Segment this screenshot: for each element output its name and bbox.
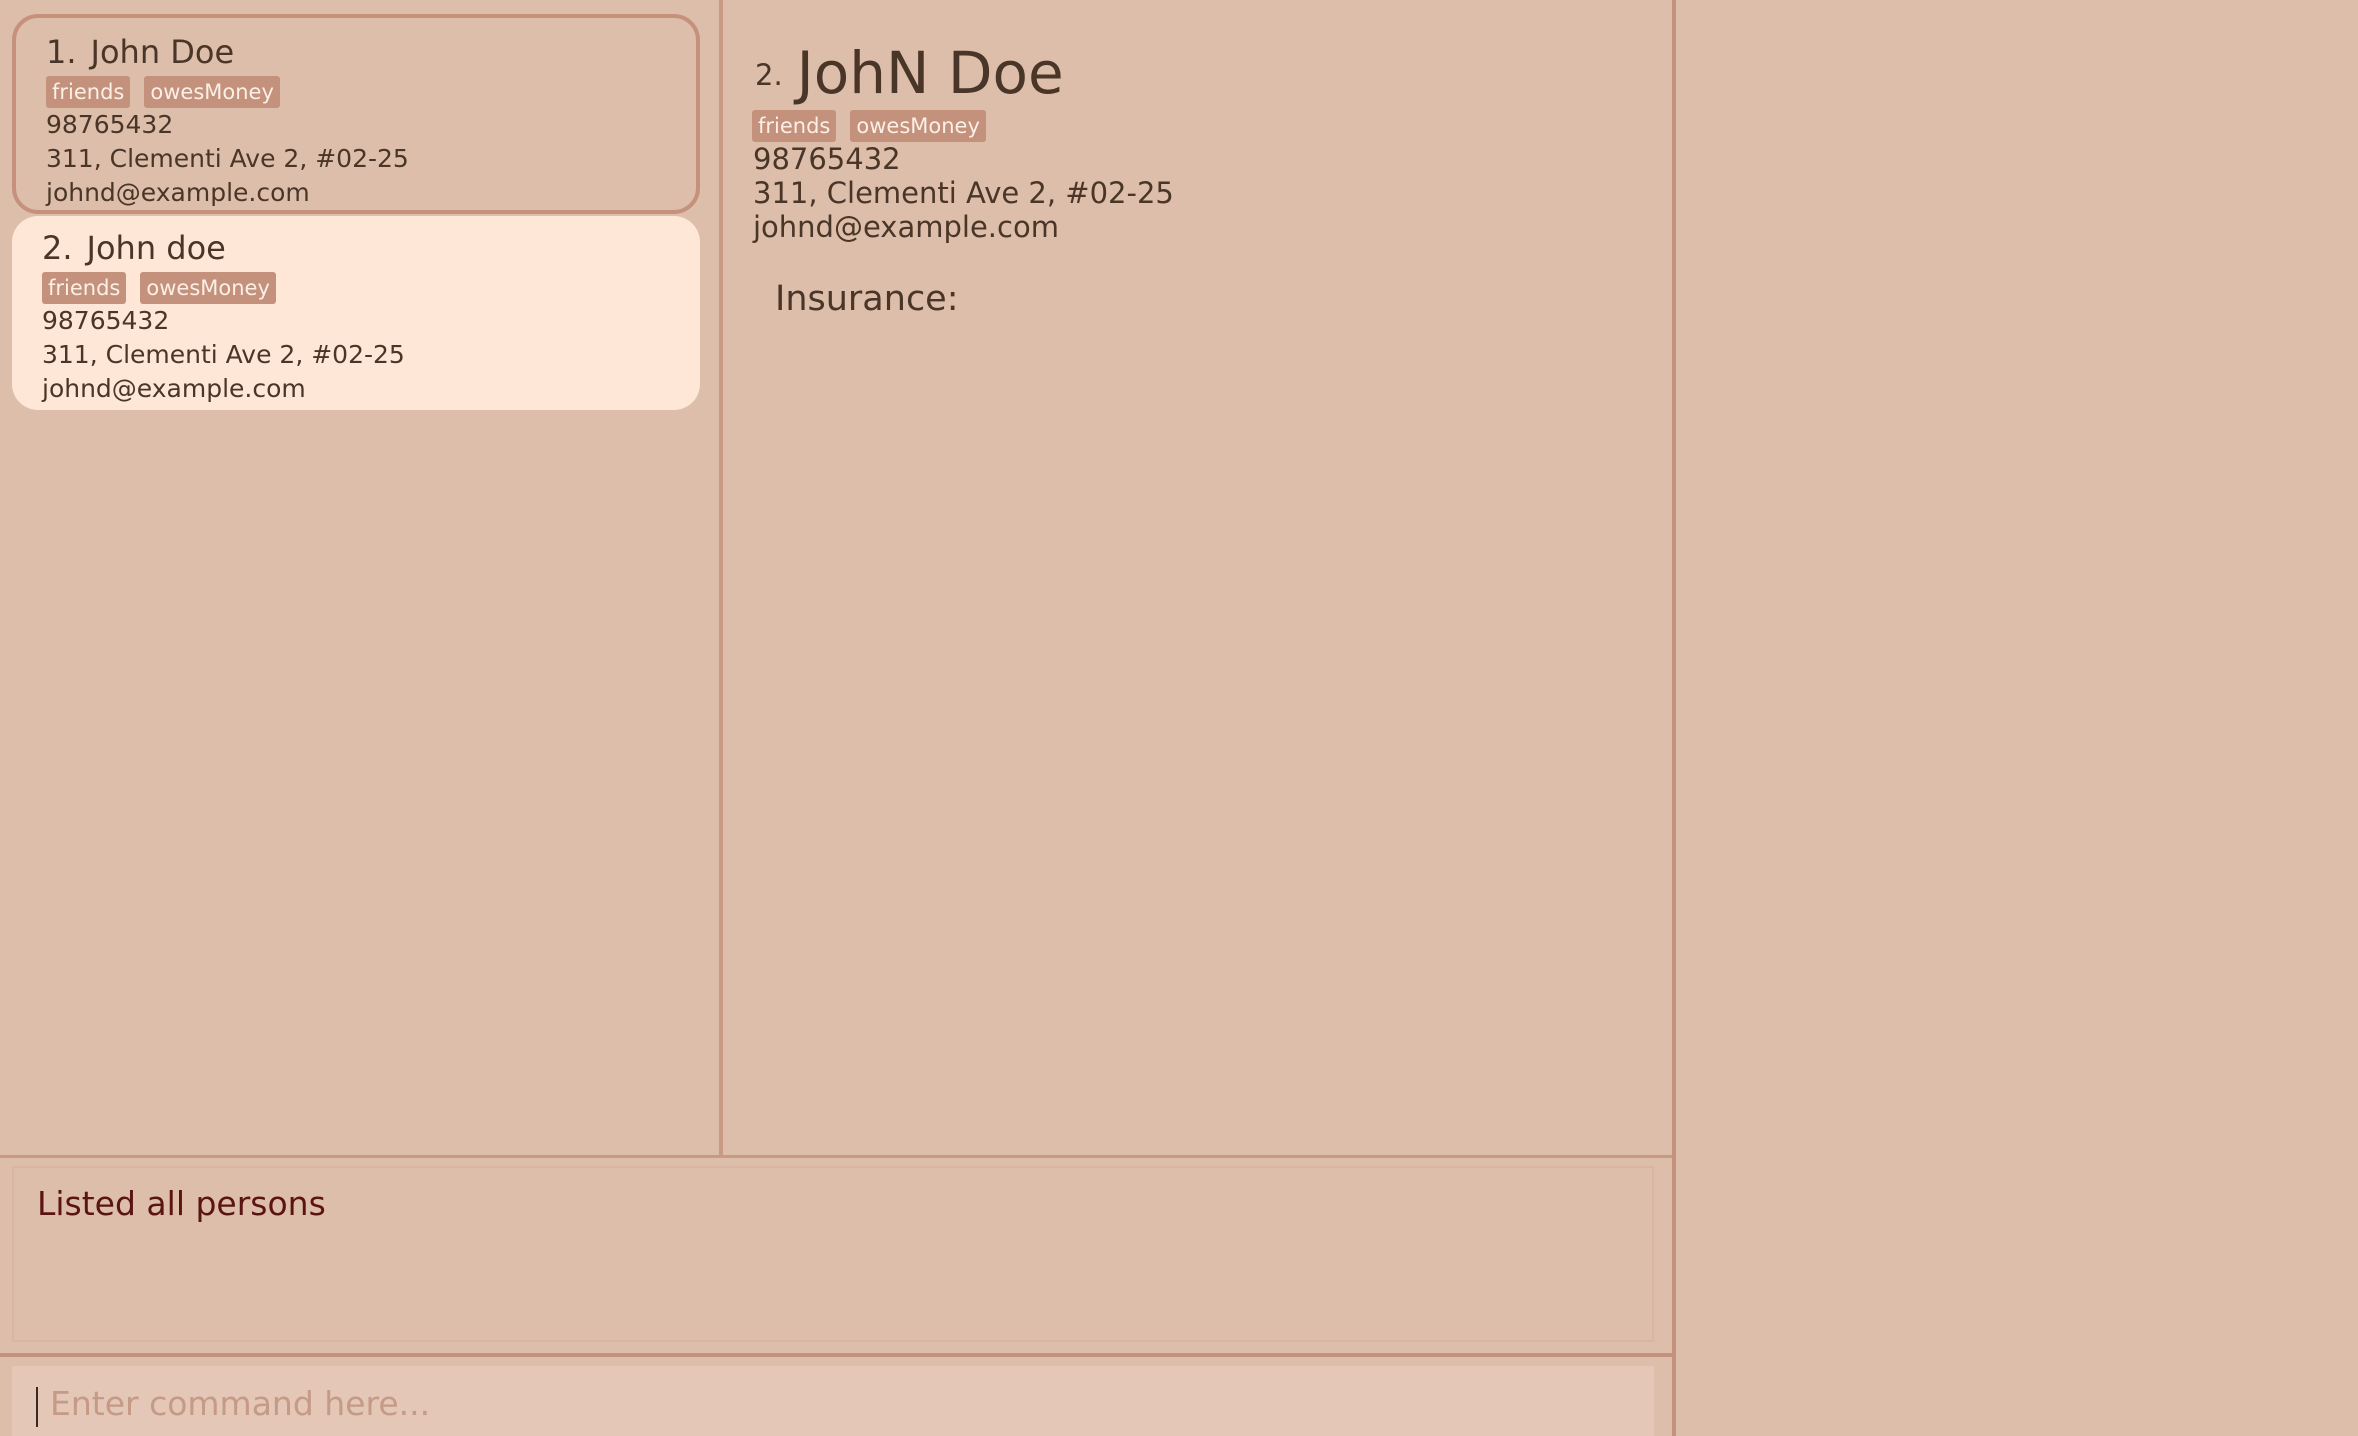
tag-list: friends owesMoney (42, 272, 700, 304)
person-name: John doe (86, 229, 226, 267)
tag: friends (46, 76, 131, 108)
detail-name: JohN Doe (796, 39, 1064, 107)
person-address: 311, Clementi Ave 2, #02-25 (46, 144, 409, 173)
tag: friends (752, 110, 837, 142)
detail-phone: 98765432 (753, 142, 901, 176)
person-card[interactable]: 1. John Doe friends owesMoney 98765432 31… (12, 14, 700, 214)
person-detail-panel: 2. JohN Doe friends owesMoney 98765432 31… (752, 0, 1652, 1155)
detail-index: 2. (755, 58, 783, 92)
tag-list: friends owesMoney (46, 76, 696, 108)
person-name-row: 1. John Doe (46, 34, 696, 70)
empty-area (1676, 0, 2358, 1436)
result-text: Listed all persons (37, 1184, 326, 1223)
result-display: Listed all persons (12, 1166, 1654, 1342)
person-index: 2. (42, 229, 73, 267)
detail-title: 2. JohN Doe (755, 38, 1064, 108)
list-divider[interactable] (719, 0, 723, 1155)
tag: owesMoney (850, 110, 986, 142)
tag: owesMoney (140, 272, 276, 304)
person-phone: 98765432 (42, 306, 170, 335)
detail-address: 311, Clementi Ave 2, #02-25 (753, 176, 1174, 210)
person-address: 311, Clementi Ave 2, #02-25 (42, 340, 405, 369)
command-divider[interactable] (0, 1353, 1672, 1357)
command-input[interactable] (36, 1378, 1650, 1428)
tag: friends (42, 272, 127, 304)
person-list: 1. John Doe friends owesMoney 98765432 31… (0, 0, 719, 1155)
person-phone: 98765432 (46, 110, 174, 139)
detail-email: johnd@example.com (753, 210, 1059, 244)
tag: owesMoney (144, 76, 280, 108)
insurance-label: Insurance: (775, 279, 959, 319)
command-box (12, 1366, 1654, 1436)
text-cursor (36, 1387, 38, 1427)
person-name: John Doe (90, 33, 235, 71)
person-email: johnd@example.com (46, 178, 310, 207)
detail-fields: 98765432 311, Clementi Ave 2, #02-25 joh… (753, 142, 1174, 244)
person-card-selected[interactable]: 2. John doe friends owesMoney 98765432 31… (12, 216, 700, 410)
person-name-row: 2. John doe (42, 230, 700, 266)
panel-divider[interactable] (0, 1155, 1672, 1158)
person-index: 1. (46, 33, 77, 71)
person-email: johnd@example.com (42, 374, 306, 403)
detail-tag-list: friends owesMoney (752, 110, 986, 142)
app-window: 1. John Doe friends owesMoney 98765432 31… (0, 0, 1675, 1436)
